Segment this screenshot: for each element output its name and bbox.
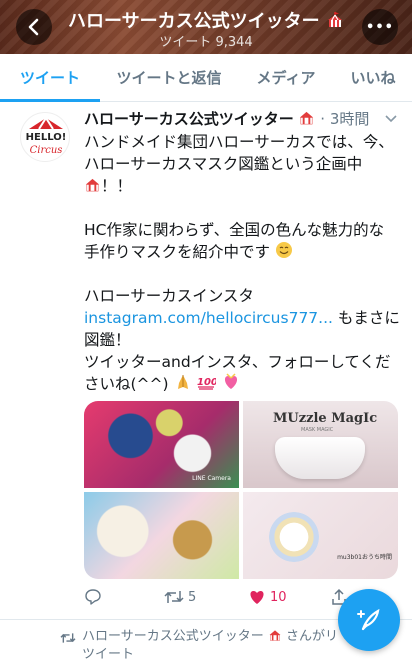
media-image-2[interactable]: MUzzle MagIc MASK MAGIC [243, 401, 398, 488]
image-caption: mu3b01おうち時間 [337, 554, 392, 561]
tweet-line-10: さいね(^^) 100 [84, 373, 402, 395]
hundred-points-emoji-icon: 100 [197, 377, 216, 390]
header-title-text: ハローサーカス公式ツイッター [68, 11, 320, 32]
avatar-text-top: HELLO! [26, 132, 67, 143]
image-subtitle: MASK MAGIC [301, 427, 334, 433]
retweeted-suffix: さんがリ [286, 629, 339, 644]
tweet-author[interactable]: ハローサーカス公式ツイッター [84, 110, 294, 128]
folded-hands-emoji-icon [177, 375, 188, 389]
hello-circus-logo: HELLO! Circus [26, 117, 67, 156]
profile-tabs: ツイート ツイートと返信 メディア いいね [0, 54, 412, 102]
tweet-line: さいね(^^) [84, 375, 169, 393]
tweet-line: HC作家に関わらず、全国の色んな魅力的な [84, 221, 385, 239]
retweet-count: 5 [188, 589, 197, 605]
retweet-indicator-icon [60, 633, 76, 643]
tab-tweets-replies[interactable]: ツイートと返信 [100, 54, 238, 101]
tab-label: メディア [256, 69, 316, 87]
tweet-line: ハローサーカスマスク図鑑という企画中 [84, 155, 363, 173]
heart-ribbon-emoji-icon [225, 373, 238, 389]
header-title: ハローサーカス公式ツイッター [60, 7, 352, 33]
tweet-count: ツイート 9,344 [159, 35, 253, 50]
tweet-text: ハンドメイド集団ハローサーカスでは、今、 ハローサーカスマスク図鑑という企画中 … [84, 131, 402, 395]
more-horizontal-icon: ••• [366, 19, 394, 35]
circus-tent-emoji-icon [85, 178, 100, 192]
circus-tent-icon [269, 630, 281, 641]
heart-filled-icon [250, 591, 264, 604]
tab-label: ツイートと返信 [116, 69, 222, 87]
reply-icon [85, 589, 101, 605]
media-grid: LINE Camera MUzzle MagIc MASK MAGIC mu3b… [84, 401, 398, 579]
instagram-link[interactable]: instagram.com/hellocircus777... [84, 309, 333, 327]
tweet-separator: · [320, 110, 326, 128]
tweet-line: ハローサーカスインスタ [84, 287, 254, 305]
smile-emoji-icon [275, 242, 292, 258]
tab-tweets[interactable]: ツイート [0, 54, 100, 102]
retweeter-name: ハローサーカス公式ツイッター [82, 629, 264, 644]
tweet-line: ハンドメイド集団ハローサーカスでは、今、 [84, 133, 394, 151]
circus-tent-icon [300, 111, 314, 125]
tab-label: いいね [350, 69, 396, 87]
reply-button[interactable] [84, 588, 106, 606]
image-caption: LINE Camera [192, 475, 231, 482]
image-title: MUzzle MagIc [273, 411, 378, 426]
tweet-line: 図鑑！ [84, 331, 131, 349]
media-image-1[interactable]: LINE Camera [84, 401, 239, 488]
like-button[interactable]: 10 [248, 588, 287, 606]
retweet-icon [164, 591, 184, 603]
chevron-left-icon [28, 18, 39, 36]
avatar[interactable]: HELLO! Circus [20, 112, 70, 162]
tab-likes[interactable]: いいね [334, 54, 412, 101]
tweet-line-link: instagram.com/hellocircus777... もまさに [84, 307, 402, 329]
chevron-down-icon[interactable] [384, 112, 398, 126]
lace-pattern [269, 512, 319, 562]
feather-plus-icon [357, 608, 380, 631]
profile-header: ハローサーカス公式ツイッター ツイート 9,344 ••• [0, 0, 412, 54]
more-button[interactable]: ••• [362, 9, 398, 45]
mask-photo [275, 437, 365, 479]
retweeted-by-row[interactable]: ハローサーカス公式ツイッター さんがリ ツイート [82, 628, 372, 664]
retweet-button[interactable]: 5 [164, 588, 196, 606]
compose-tweet-button[interactable] [338, 589, 400, 651]
back-button[interactable] [16, 9, 52, 45]
tweet-line: ！！ [101, 177, 133, 195]
tweet-line: もまさに [332, 309, 400, 327]
tweet-line-5: 手作りマスクを紹介中です [84, 241, 402, 263]
like-count: 10 [270, 589, 287, 605]
retweeted-suffix-2: ツイート [82, 647, 135, 662]
tab-media[interactable]: メディア [238, 54, 334, 101]
tweet-header: ハローサーカス公式ツイッター · 3時間 [84, 108, 404, 129]
tweet-line-3: ！！ [84, 175, 402, 197]
avatar-text-bottom: Circus [30, 145, 63, 156]
tweet-line: ツイッターandインスタ、フォローしてくだ [84, 353, 391, 371]
tab-label: ツイート [19, 69, 80, 87]
svg-text:100: 100 [197, 377, 216, 388]
tweet-line: 手作りマスクを紹介中です [84, 243, 271, 261]
media-image-3[interactable] [84, 492, 239, 579]
tweet-time[interactable]: 3時間 [330, 110, 370, 128]
circus-tent-icon [327, 12, 342, 27]
media-image-4[interactable]: mu3b01おうち時間 [243, 492, 398, 579]
